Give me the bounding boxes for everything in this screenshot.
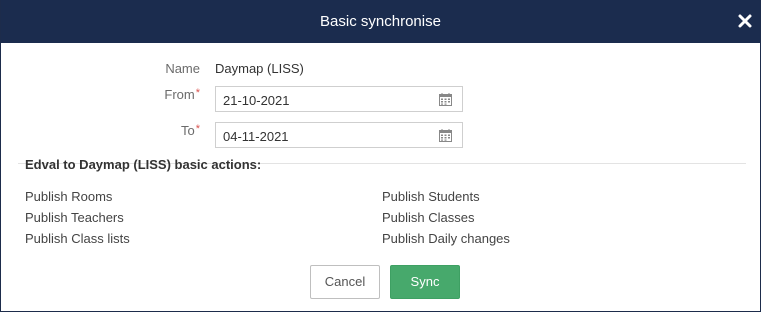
name-value: Daymap (LISS) — [215, 61, 304, 76]
calendar-icon[interactable] — [439, 129, 452, 142]
calendar-icon[interactable] — [439, 93, 452, 106]
action-publish-class-lists: Publish Class lists — [25, 231, 130, 246]
name-label: Name — [165, 61, 200, 76]
cancel-button[interactable]: Cancel — [310, 265, 380, 299]
from-label: From* — [121, 87, 200, 102]
action-publish-daily-changes: Publish Daily changes — [382, 231, 510, 246]
actions-title: Edval to Daymap (LISS) basic actions: — [25, 157, 262, 172]
dialog-title: Basic synchronise — [320, 13, 441, 30]
sync-button[interactable]: Sync — [390, 265, 460, 299]
action-publish-classes: Publish Classes — [382, 210, 475, 225]
required-mark: * — [195, 123, 200, 135]
from-date-value: 21-10-2021 — [223, 93, 290, 108]
basic-synchronise-dialog: Basic synchronise Name Daymap (LISS) Fro… — [0, 0, 761, 312]
from-label-text: From — [164, 87, 195, 102]
action-publish-students: Publish Students — [382, 189, 480, 204]
action-publish-rooms: Publish Rooms — [25, 189, 113, 204]
to-date-input[interactable]: 04-11-2021 — [215, 122, 463, 148]
action-publish-teachers: Publish Teachers — [25, 210, 124, 225]
dialog-header: Basic synchronise — [1, 0, 760, 43]
close-icon[interactable] — [737, 12, 753, 30]
required-mark: * — [195, 87, 200, 99]
to-label: To* — [121, 123, 200, 138]
from-date-input[interactable]: 21-10-2021 — [215, 86, 463, 112]
to-label-text: To — [180, 123, 195, 138]
to-date-value: 04-11-2021 — [223, 129, 289, 144]
